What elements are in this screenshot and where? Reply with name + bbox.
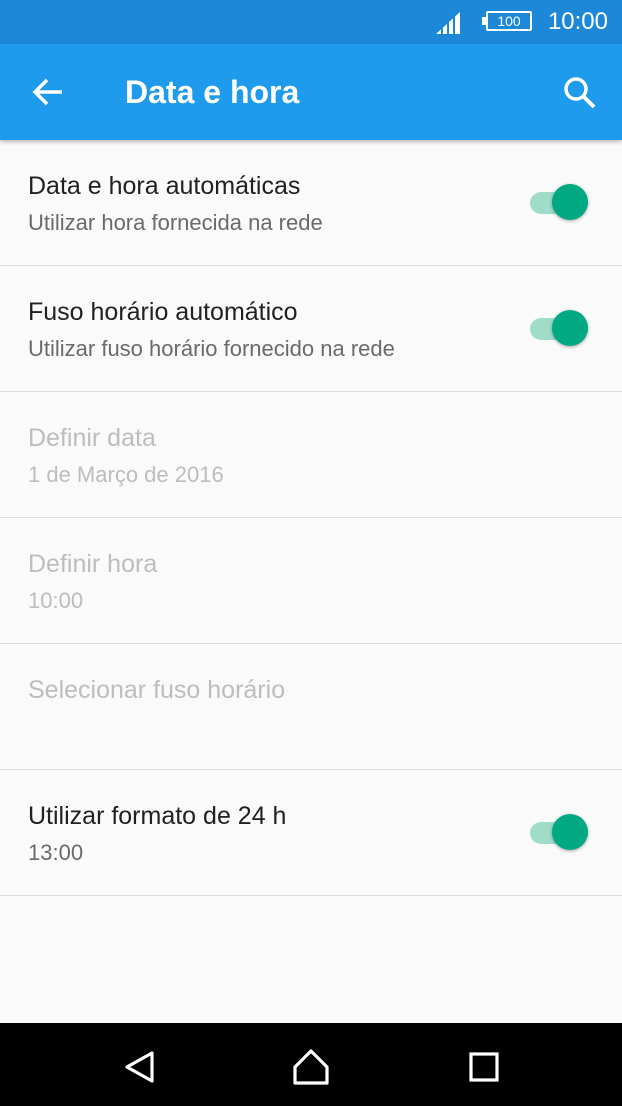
setting-select-timezone[interactable]: Selecionar fuso horário: [0, 644, 622, 770]
search-icon: [564, 77, 596, 109]
arrow-back-icon: [32, 78, 62, 106]
status-bar: 100 10:00: [0, 0, 622, 44]
setting-summary: 13:00: [28, 840, 84, 865]
setting-title: Data e hora automáticas: [28, 172, 301, 200]
setting-summary: Utilizar hora fornecida na rede: [28, 210, 323, 235]
setting-title: Fuso horário automático: [28, 298, 298, 326]
battery-icon: 100: [482, 11, 532, 31]
setting-auto-timezone[interactable]: Fuso horário automático Utilizar fuso ho…: [0, 266, 622, 392]
navigation-bar: [0, 1023, 622, 1106]
setting-summary: 10:00: [28, 588, 84, 613]
setting-summary: Utilizar fuso horário fornecido na rede: [28, 336, 395, 361]
signal-icon: [436, 12, 460, 34]
24h-format-toggle[interactable]: [530, 814, 588, 852]
toggle-thumb: [552, 184, 588, 220]
home-icon: [293, 1049, 329, 1085]
setting-title: Selecionar fuso horário: [28, 676, 286, 704]
app-bar: Data e hora: [0, 44, 622, 140]
setting-auto-date-time[interactable]: Data e hora automáticas Utilizar hora fo…: [0, 140, 622, 266]
recents-icon: [469, 1052, 499, 1082]
back-button[interactable]: [28, 72, 68, 112]
nav-home-button[interactable]: [291, 1047, 331, 1087]
setting-24h-format[interactable]: Utilizar formato de 24 h 13:00: [0, 770, 622, 896]
setting-title: Definir hora: [28, 550, 158, 578]
auto-date-time-toggle[interactable]: [530, 184, 588, 222]
setting-summary: 1 de Março de 2016: [28, 462, 224, 487]
setting-set-date[interactable]: Definir data 1 de Março de 2016: [0, 392, 622, 518]
nav-recents-button[interactable]: [464, 1047, 504, 1087]
settings-list: Data e hora automáticas Utilizar hora fo…: [0, 140, 622, 896]
toggle-thumb: [552, 814, 588, 850]
page-title: Data e hora: [125, 74, 300, 110]
setting-title: Utilizar formato de 24 h: [28, 802, 287, 830]
search-button[interactable]: [560, 74, 600, 114]
toggle-thumb: [552, 310, 588, 346]
nav-back-icon: [125, 1051, 154, 1083]
battery-level: 100: [497, 13, 521, 29]
status-time: 10:00: [547, 8, 608, 35]
nav-back-button[interactable]: [120, 1047, 160, 1087]
setting-title: Definir data: [28, 424, 156, 452]
setting-set-time[interactable]: Definir hora 10:00: [0, 518, 622, 644]
auto-timezone-toggle[interactable]: [530, 310, 588, 348]
